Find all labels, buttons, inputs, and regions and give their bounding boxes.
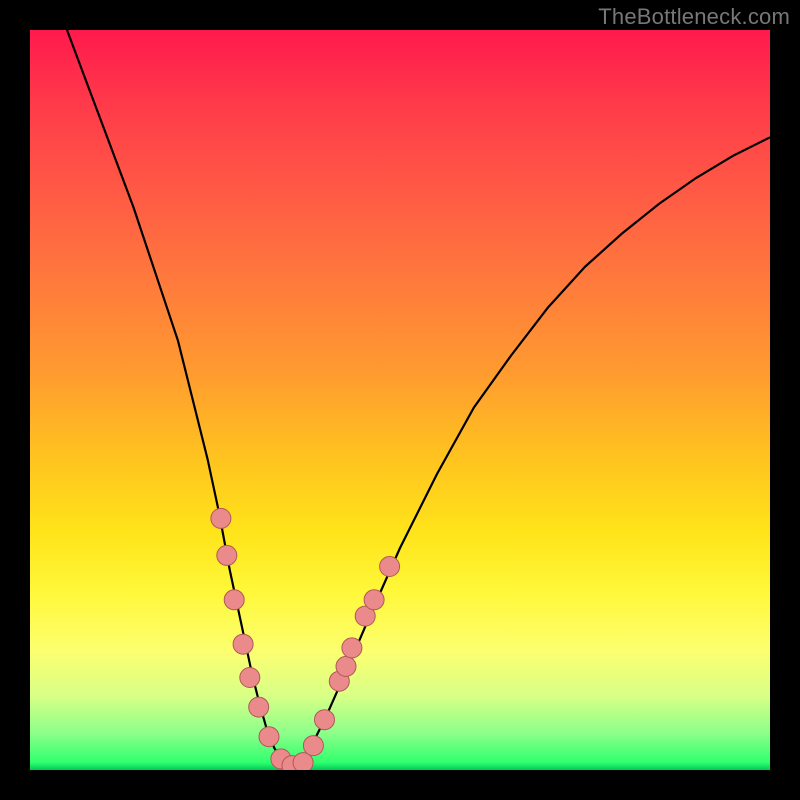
marker-dot <box>249 697 269 717</box>
chart-svg <box>30 30 770 770</box>
plot-area <box>30 30 770 770</box>
marker-dot <box>240 668 260 688</box>
bottleneck-curve <box>67 30 770 766</box>
marker-dots <box>211 508 400 770</box>
chart-frame: TheBottleneck.com <box>0 0 800 800</box>
marker-dot <box>259 727 279 747</box>
marker-dot <box>315 710 335 730</box>
marker-dot <box>303 736 323 756</box>
marker-dot <box>217 545 237 565</box>
marker-dot <box>364 590 384 610</box>
marker-dot <box>380 557 400 577</box>
marker-dot <box>224 590 244 610</box>
marker-dot <box>233 634 253 654</box>
marker-dot <box>211 508 231 528</box>
marker-dot <box>342 638 362 658</box>
marker-dot <box>336 656 356 676</box>
watermark-text: TheBottleneck.com <box>598 4 790 30</box>
